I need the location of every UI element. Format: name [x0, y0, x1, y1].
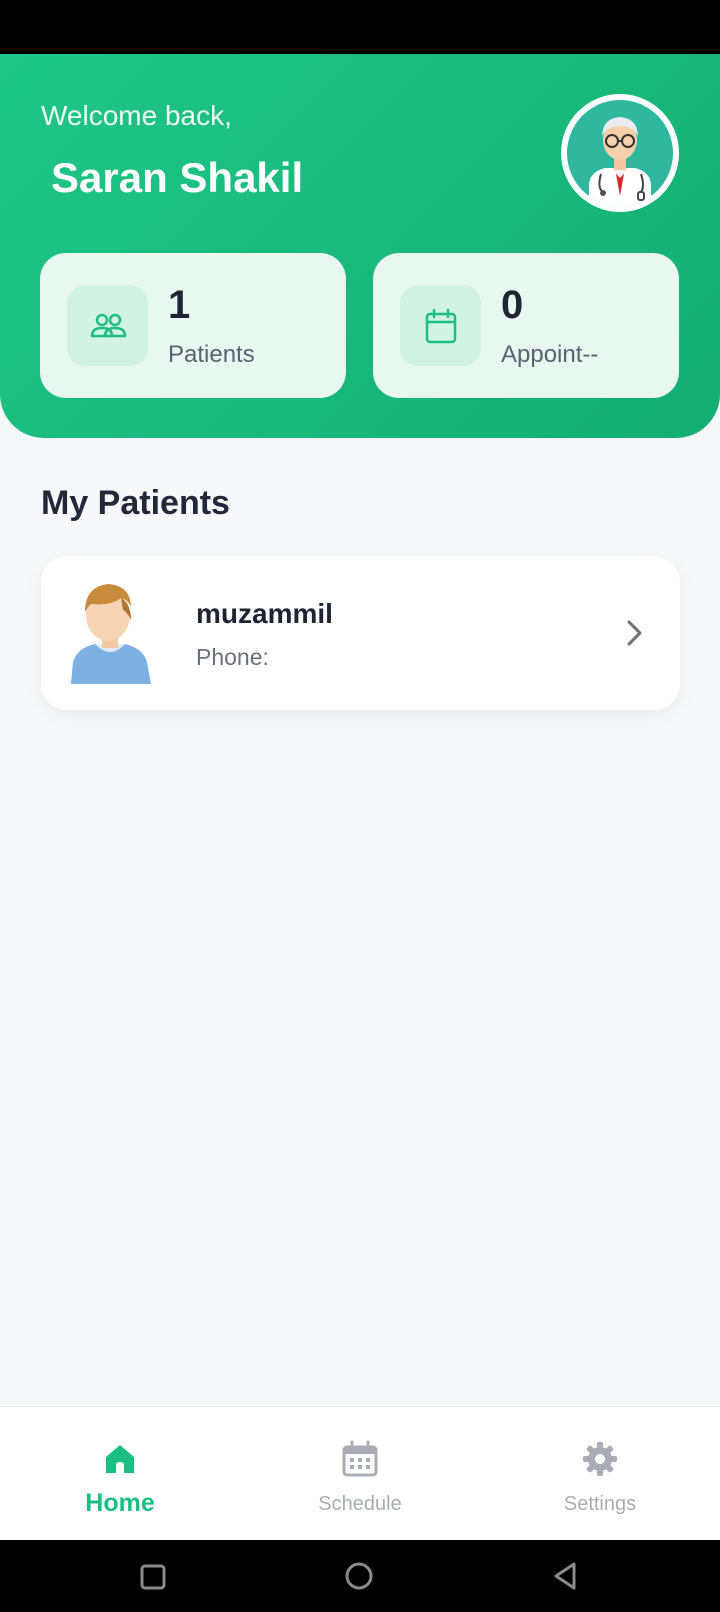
nav-schedule[interactable]: Schedule: [240, 1407, 480, 1541]
appointments-count: 0: [501, 283, 524, 327]
appointments-label: Appoint--: [501, 341, 599, 368]
bottom-nav: Home Schedule Settings: [0, 1406, 720, 1541]
doctor-avatar[interactable]: [561, 94, 679, 212]
patient-card[interactable]: muzammil Phone:: [41, 556, 680, 710]
patients-count: 1: [168, 283, 191, 327]
patients-label: Patients: [168, 341, 255, 368]
patient-name: muzammil: [196, 598, 333, 629]
patient-avatar-icon: [69, 582, 151, 684]
gear-icon: [580, 1439, 620, 1479]
calendar-icon: [400, 285, 481, 366]
patients-stat-card[interactable]: 1 Patients: [40, 253, 346, 398]
doctor-name: Saran Shakil: [51, 154, 304, 201]
chevron-right-icon[interactable]: [621, 616, 647, 650]
back-button[interactable]: [546, 1556, 586, 1596]
status-bar: [0, 0, 720, 54]
people-icon: [67, 285, 148, 366]
home-icon: [100, 1439, 140, 1479]
section-title: My Patients: [41, 484, 230, 522]
system-nav-bar: [0, 1540, 720, 1612]
recents-button[interactable]: [132, 1556, 172, 1596]
calendar-grid-icon: [340, 1439, 380, 1479]
nav-settings[interactable]: Settings: [480, 1407, 720, 1541]
nav-home-label: Home: [85, 1489, 155, 1517]
home-system-button[interactable]: [339, 1556, 379, 1596]
welcome-text: Welcome back,: [41, 100, 232, 131]
patient-phone: Phone:: [196, 644, 269, 670]
doctor-avatar-icon: [567, 100, 673, 206]
nav-schedule-label: Schedule: [318, 1493, 402, 1515]
nav-home[interactable]: Home: [0, 1407, 240, 1541]
nav-settings-label: Settings: [563, 1493, 637, 1515]
appointments-stat-card[interactable]: 0 Appoint--: [373, 253, 679, 398]
